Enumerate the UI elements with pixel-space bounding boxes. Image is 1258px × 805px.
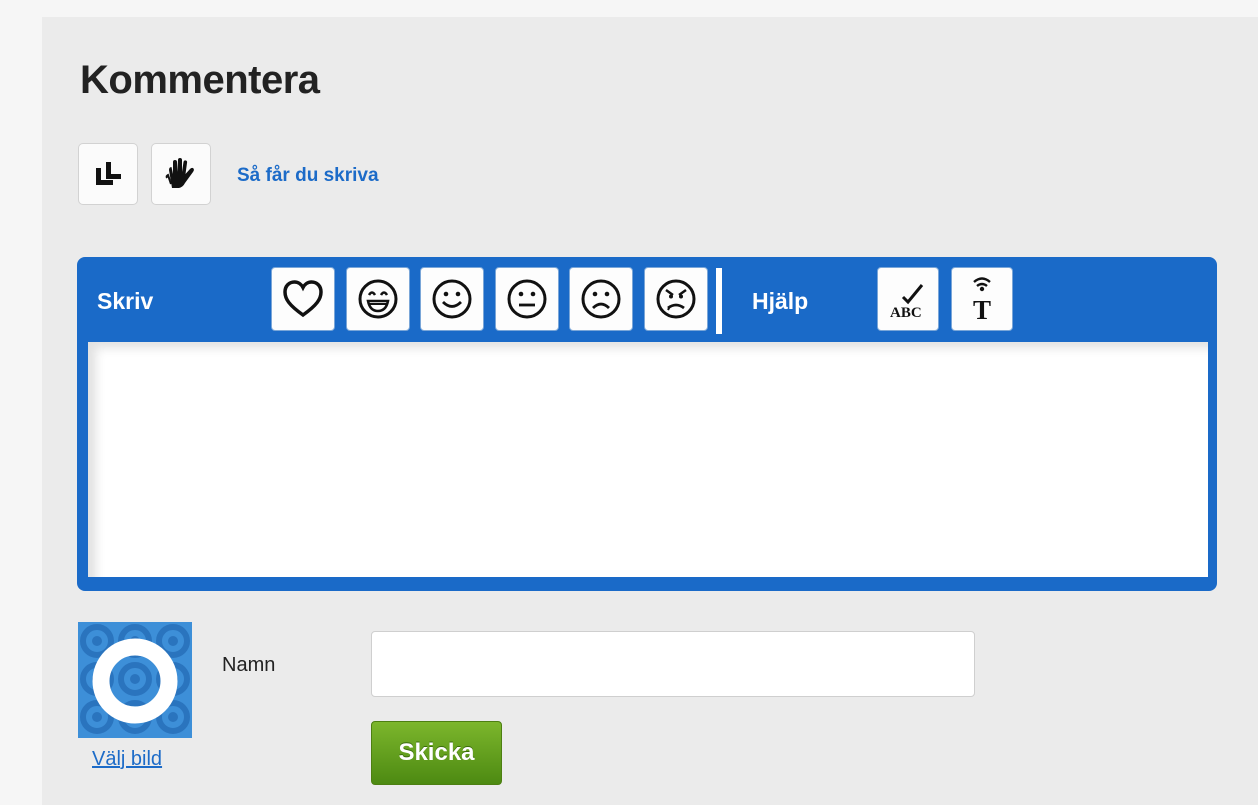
spellcheck-icon: ABC (890, 284, 924, 321)
choose-image-link[interactable]: Välj bild (92, 748, 162, 771)
spellcheck-button[interactable]: ABC (877, 267, 939, 331)
heart-button[interactable] (271, 267, 335, 331)
angry-face-icon (656, 279, 696, 319)
neutral-face-icon (507, 279, 547, 319)
sad-face-button[interactable] (569, 267, 633, 331)
avatar-image[interactable] (78, 622, 192, 738)
smiling-face-icon (432, 279, 472, 319)
text-to-speech-button[interactable]: T (951, 267, 1013, 331)
toolbar-divider (716, 268, 722, 334)
send-button[interactable]: Skicka (371, 721, 502, 785)
angry-face-button[interactable] (644, 267, 708, 331)
heart-icon (283, 280, 323, 318)
neutral-face-button[interactable] (495, 267, 559, 331)
write-label: Skriv (97, 288, 154, 314)
svg-text:ABC: ABC (890, 305, 922, 321)
easy-read-icon (96, 162, 121, 185)
easy-read-button[interactable] (78, 143, 138, 205)
name-input[interactable] (371, 631, 975, 697)
sign-language-icon (165, 158, 194, 188)
text-to-speech-icon: T (973, 277, 991, 323)
howto-link[interactable]: Så får du skriva (237, 165, 379, 187)
smiling-face-button[interactable] (420, 267, 484, 331)
comment-textarea[interactable] (88, 342, 1208, 577)
page-title: Kommentera (80, 58, 320, 102)
laughing-face-icon (358, 279, 398, 319)
help-label: Hjälp (752, 288, 809, 314)
laughing-face-button[interactable] (346, 267, 410, 331)
svg-text:T: T (973, 295, 991, 323)
sign-language-button[interactable] (151, 143, 211, 205)
name-label: Namn (222, 654, 276, 676)
sad-face-icon (581, 279, 621, 319)
